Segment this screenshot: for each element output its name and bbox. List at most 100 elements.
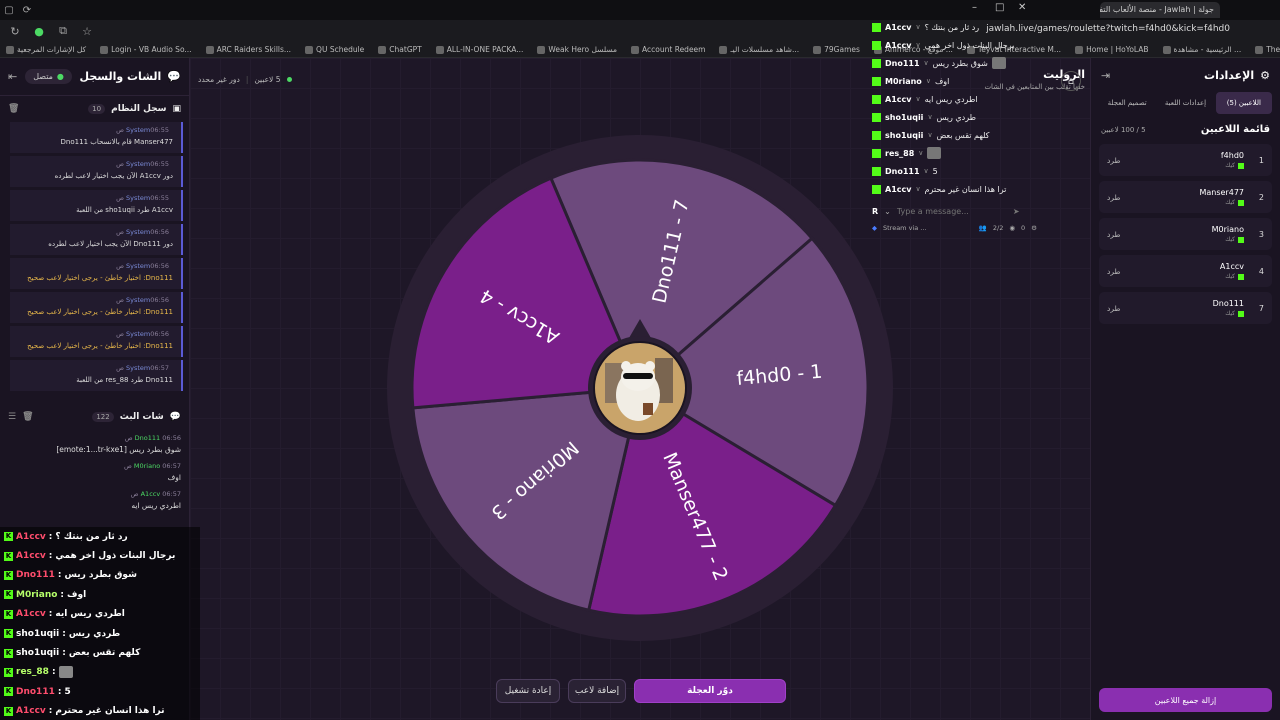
bookmark-icon — [378, 45, 387, 54]
overlay-chat-name: Dno111 — [16, 570, 55, 581]
kick-player-button[interactable]: طرد — [1107, 267, 1120, 276]
log-text: Dno111 طرد res_88 من اللعبة — [76, 376, 173, 384]
remove-all-players-button[interactable]: إزالة جميع اللاعبين — [1099, 688, 1272, 712]
collapse-panel-icon[interactable]: ⇥ — [1101, 69, 1110, 82]
roulette-wheel[interactable]: Dno111 - 7f4hd0 - 1Manser477 - 2M0riano … — [385, 133, 895, 643]
kick-badge-icon — [872, 166, 881, 176]
gear-icon[interactable]: ⚙ — [1031, 224, 1037, 232]
bookmark-icon — [100, 45, 109, 54]
filter-icon[interactable]: ☰ — [8, 412, 16, 422]
reload-icon[interactable]: ↻ — [8, 25, 22, 38]
system-log-list[interactable]: System06:55 ص Manser477 قام بالانسحاب Dno… — [0, 122, 189, 404]
settings-tab[interactable]: إعدادات اللعبة — [1157, 92, 1213, 114]
bookmark-item[interactable]: كل الإشارات المرجعية — [6, 45, 86, 54]
kick-badge-icon — [872, 112, 881, 122]
chevron-down-icon: ∨ — [915, 185, 921, 193]
chevron-down-icon: ∨ — [927, 113, 933, 121]
kick-badge-icon: K — [4, 648, 13, 658]
chat-author: Dno111 — [134, 434, 161, 442]
browser-tab[interactable]: جولة | Jawlah - منصة الألعاب التفاعلية — [1100, 2, 1220, 18]
log-meta: System06:55 ص — [18, 194, 173, 202]
bookmark-icon — [813, 45, 822, 54]
log-text: دور A1ccv الآن يجب اختيار لاعب لطرده — [54, 172, 173, 180]
close-window-icon[interactable]: ✕ — [1018, 2, 1026, 13]
star-icon[interactable]: ☆ — [80, 25, 94, 38]
players-list-count: 5 / 100 لاعبين — [1101, 125, 1146, 134]
settings-tab[interactable]: تصميم العجلة — [1099, 92, 1155, 114]
kick-badge-icon: K — [4, 570, 13, 580]
maximize-icon[interactable]: □ — [995, 2, 1004, 13]
bookmark-item[interactable]: Login - VB Audio So... — [100, 45, 192, 54]
overlay-chat-text: اوف — [67, 589, 87, 600]
stream-chat-text: اوف — [934, 76, 950, 86]
chat-message-input[interactable] — [896, 206, 1007, 216]
trash-icon[interactable]: 🗑 — [8, 104, 19, 114]
home-button[interactable]: ⌂ — [1061, 71, 1081, 91]
kick-badge-icon — [872, 40, 881, 50]
chevron-down-icon: ∨ — [915, 95, 921, 103]
stream-chat-name: M0riano — [885, 76, 922, 86]
bookmarks-bar: كل الإشارات المرجعية Login - VB Audio So.… — [0, 42, 1280, 58]
tab-icon[interactable]: ⧉ — [56, 24, 70, 38]
chat-meta: A1ccv 06:57 ص — [8, 490, 181, 498]
players-list: 1 f4hd0 كيك طرد 2 Manser477 كيك طرد 3 M0riano كيك ط… — [1091, 144, 1280, 324]
overlay-chat-name: sho1uqii — [16, 628, 60, 639]
chevron-down-icon: ∨ — [918, 149, 924, 157]
send-icon[interactable]: ➤ — [1013, 207, 1020, 216]
spin-wheel-button[interactable]: دوّر العجلة — [634, 679, 786, 703]
add-player-button[interactable]: إضافة لاعب — [568, 679, 626, 703]
overlay-chat-name: A1ccv — [16, 609, 46, 620]
connection-status: ● متصل — [25, 69, 72, 84]
stream-chat-name: Dno111 — [885, 58, 920, 68]
stream-chat-name: sho1uqii — [885, 130, 924, 140]
overlay-chat-sep: : — [62, 648, 66, 659]
chevron-down-icon[interactable]: ⌄ — [884, 207, 891, 216]
log-entry: System06:55 ص Manser477 قام بالانسحاب Dno… — [10, 122, 183, 153]
window-menu-icon[interactable]: ▢ — [0, 1, 18, 19]
bookmark-item[interactable]: الرئيسية - مشاهدة ... — [1162, 45, 1241, 54]
bookmark-item[interactable]: ALL-IN-ONE PACKA... — [435, 45, 523, 54]
bookmark-label: Home | HoYoLAB — [1086, 45, 1149, 54]
restart-button[interactable]: إعادة تشغيل — [496, 679, 560, 703]
stream-chat-list[interactable]: Dno111 06:56 ص شوق بطرد ريس [emote:1...tr… — [0, 430, 189, 522]
bookmark-item[interactable]: شاهد مسلسلات اليـ... — [719, 45, 799, 54]
collapse-panel-icon[interactable]: ⇤ — [8, 70, 17, 83]
bookmark-item[interactable]: QU Schedule — [305, 45, 364, 54]
kick-player-button[interactable]: طرد — [1107, 193, 1120, 202]
bookmark-item[interactable]: ARC Raiders Skills... — [205, 45, 291, 54]
bookmark-item[interactable]: Weak Hero مسلسل — [537, 45, 617, 54]
game-status: 5 لاعبين | دور غير محدد — [198, 75, 292, 84]
bookmark-label: Account Redeem — [642, 45, 706, 54]
stream-chat-row: Dno111 ∨ 5 — [872, 162, 1037, 180]
kick-player-button[interactable]: طرد — [1107, 156, 1120, 165]
settings-tab[interactable]: اللاعبين (5) — [1215, 92, 1272, 114]
emote-icon — [58, 666, 73, 679]
extension-icon[interactable]: ● — [32, 25, 46, 38]
back-tab-icon[interactable]: ⟳ — [18, 1, 36, 19]
bookmark-item[interactable]: ChatGPT — [378, 45, 422, 54]
log-author: System — [126, 296, 151, 304]
kick-badge-icon: K — [4, 609, 13, 619]
stream-chat-row: res_88 ∨ — [872, 144, 1037, 162]
overlay-chat-name: M0riano — [16, 589, 58, 600]
kick-player-button[interactable]: طرد — [1107, 304, 1120, 313]
platform-label: كيك — [1225, 162, 1235, 169]
trash-icon[interactable]: 🗑 — [22, 412, 33, 422]
bookmark-item[interactable]: The Br... — [1255, 45, 1280, 54]
bookmark-item[interactable]: Home | HoYoLAB — [1075, 45, 1149, 54]
minimize-icon[interactable]: – — [972, 2, 977, 13]
overlay-chat-name: res_88 — [16, 667, 49, 678]
platform-label: كيك — [1225, 236, 1235, 243]
stream-footer: ◆ Stream via ... 👥 2/2 ◉ 0 ⚙ — [872, 220, 1037, 236]
log-meta: System06:55 ص — [18, 126, 173, 134]
stream-chat-text: طردي ريس — [936, 112, 976, 122]
log-author: System — [126, 364, 151, 372]
stream-chat-row: A1ccv ∨ رد ثار من بنتك ؟ — [872, 18, 1037, 36]
system-log-title: سجل النظام — [111, 104, 167, 114]
bookmark-item[interactable]: Account Redeem — [631, 45, 705, 54]
kick-player-button[interactable]: طرد — [1107, 230, 1120, 239]
overlay-chat-text: 5 — [64, 686, 71, 697]
stream-chat-text: برجال البنات ذول اخر همي — [924, 40, 1015, 50]
connection-label: متصل — [33, 72, 53, 81]
bookmark-item[interactable]: 79Games — [813, 45, 860, 54]
